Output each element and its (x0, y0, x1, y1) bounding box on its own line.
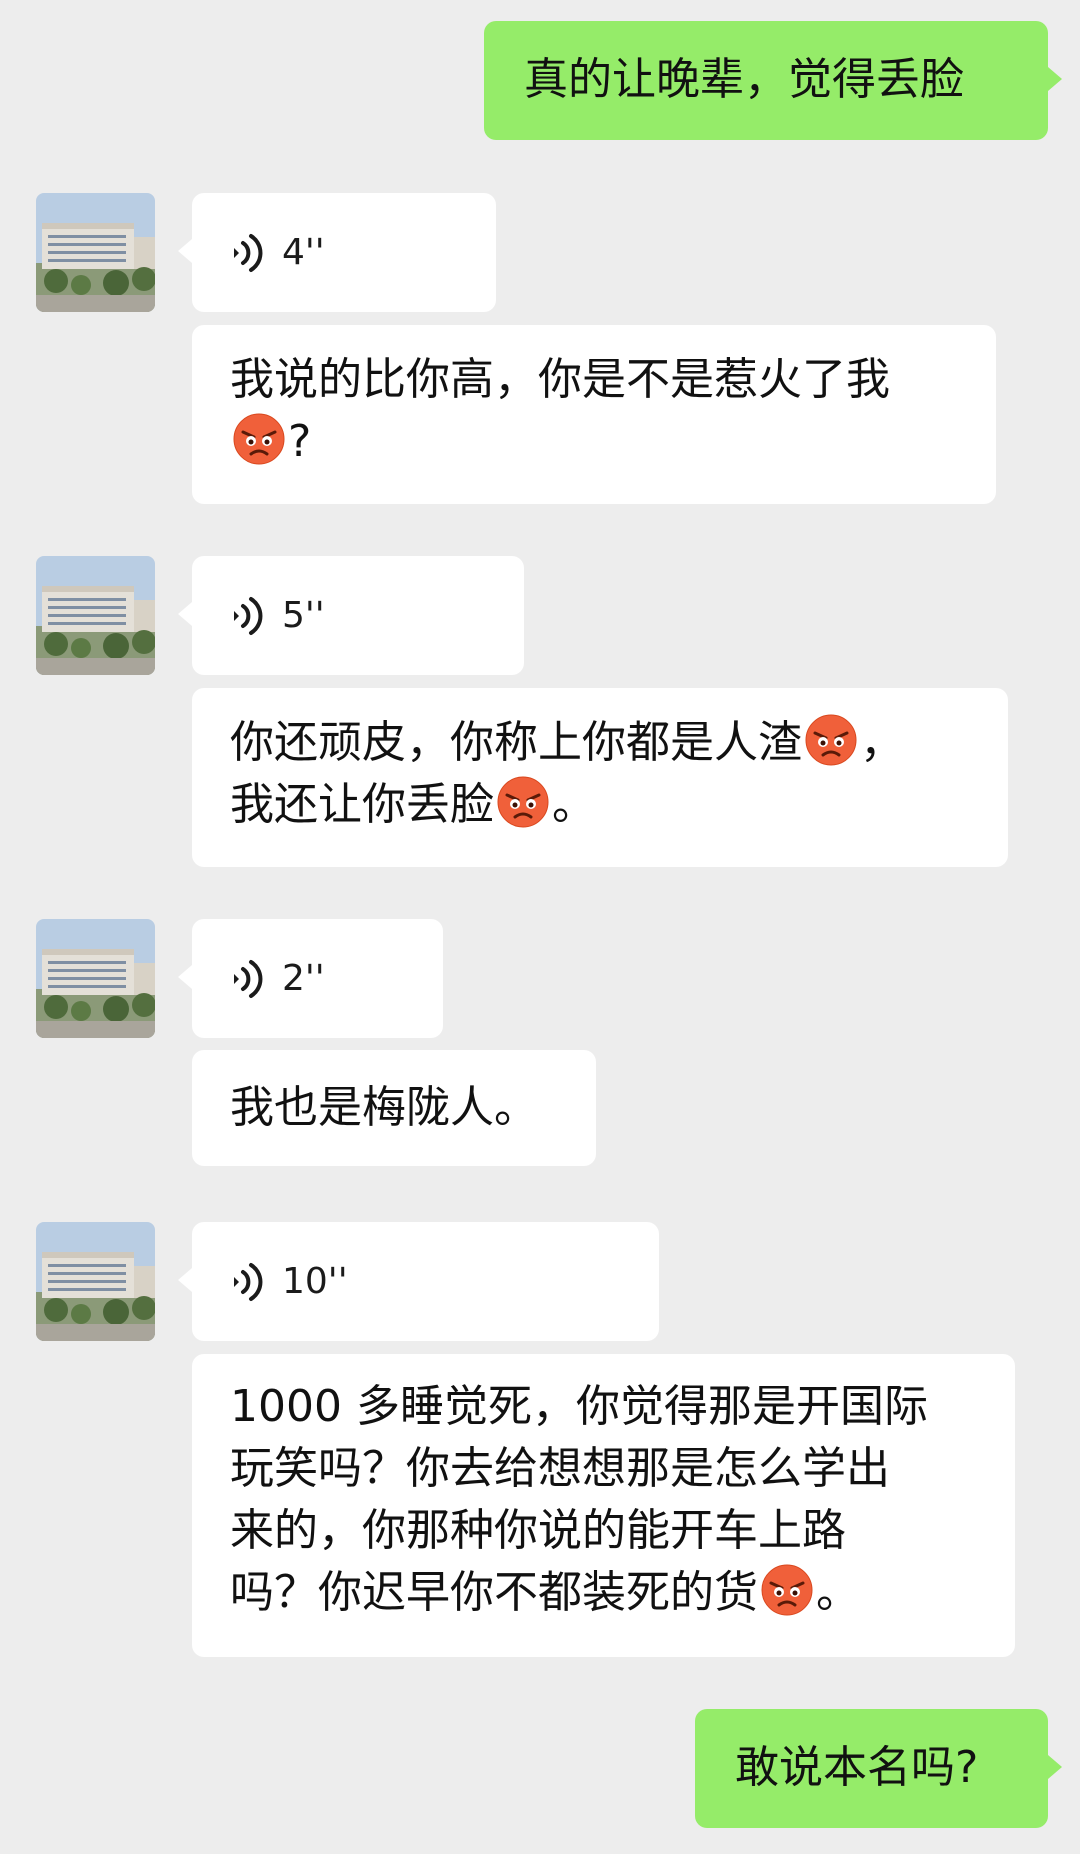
voice-message-bubble[interactable]: 5'' (178, 556, 524, 675)
angry-face-emoji (760, 1563, 814, 1617)
avatar-image (36, 1222, 155, 1341)
contact-avatar[interactable] (36, 193, 155, 312)
voice-wave-icon (228, 1260, 266, 1304)
angry-face-emoji (496, 775, 550, 829)
voice-wave-icon (228, 957, 266, 1001)
voice-duration: 10'' (282, 1260, 348, 1302)
message-text-punct: ? (288, 416, 312, 467)
incoming-message-bubble[interactable]: 你还顽皮，你称上你都是人渣 ， 我还让你丢脸 。 (192, 688, 1008, 867)
contact-avatar[interactable] (36, 1222, 155, 1341)
incoming-message-bubble[interactable]: 1000 多睡觉死，你觉得那是开国际 玩笑吗？你去给想想那是怎么学出 来的，你那… (192, 1354, 1015, 1657)
voice-message-bubble[interactable]: 4'' (178, 193, 496, 312)
voice-message-bubble[interactable]: 2'' (178, 919, 443, 1038)
message-text: 1000 多睡觉死，你觉得那是开国际 (230, 1381, 928, 1432)
message-text-punct: 。 (816, 1567, 860, 1618)
avatar-image (36, 919, 155, 1038)
message-text: 我也是梅陇人。 (230, 1082, 538, 1133)
avatar-image (36, 556, 155, 675)
voice-message-bubble[interactable]: 10'' (178, 1222, 659, 1341)
avatar-image (36, 193, 155, 312)
angry-face-emoji (804, 713, 858, 767)
outgoing-message-bubble[interactable]: 敢说本名吗? (695, 1709, 1062, 1828)
incoming-message-bubble[interactable]: 我也是梅陇人。 (192, 1050, 596, 1166)
message-text: 我还让你丢脸 (230, 779, 494, 830)
incoming-message-bubble[interactable]: 我说的比你高，你是不是惹火了我 ? (192, 325, 996, 504)
voice-duration: 5'' (282, 594, 325, 636)
message-text: 玩笑吗？你去给想想那是怎么学出 (230, 1443, 890, 1494)
message-text-punct: 。 (552, 779, 596, 830)
contact-avatar[interactable] (36, 919, 155, 1038)
message-text: 我说的比你高，你是不是惹火了我 (230, 354, 890, 405)
message-text: 吗？你迟早你不都装死的货 (230, 1567, 758, 1618)
voice-duration: 4'' (282, 231, 325, 273)
message-text-punct: ， (860, 717, 904, 768)
message-text: 你还顽皮，你称上你都是人渣 (230, 717, 802, 768)
voice-wave-icon (228, 594, 266, 638)
contact-avatar[interactable] (36, 556, 155, 675)
message-text: 来的，你那种你说的能开车上路 (230, 1505, 846, 1556)
message-text: 敢说本名吗? (735, 1742, 979, 1793)
message-text: 真的让晚辈，觉得丢脸 (524, 54, 964, 105)
outgoing-message-bubble[interactable]: 真的让晚辈，觉得丢脸 (484, 21, 1062, 140)
angry-face-emoji (232, 412, 286, 466)
voice-duration: 2'' (282, 957, 325, 999)
voice-wave-icon (228, 231, 266, 275)
